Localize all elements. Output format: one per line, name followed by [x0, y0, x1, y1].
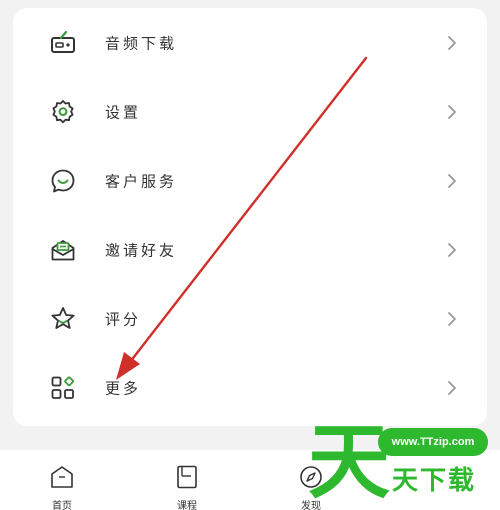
watermark-big-char: 天	[308, 415, 391, 510]
menu-item-label: 音频下载	[105, 34, 178, 52]
tab-courses[interactable]: 课程	[142, 450, 232, 510]
home-icon	[51, 466, 73, 488]
radio-icon	[51, 30, 75, 53]
watermark-url: www.TTzip.com	[378, 428, 488, 456]
menu-item-label: 客户服务	[105, 172, 178, 190]
menu-item-label: 更多	[105, 379, 142, 397]
chat-smile-icon	[51, 169, 75, 192]
chevron-right-icon	[448, 242, 456, 257]
envelope-icon	[51, 239, 75, 260]
menu-item-settings[interactable]: 设置	[13, 77, 487, 146]
grid-icon	[51, 375, 74, 399]
menu-item-customer-service[interactable]: 客户服务	[13, 146, 487, 215]
menu-item-audio-download[interactable]: 音频下载	[13, 8, 487, 77]
book-icon	[177, 465, 197, 489]
tab-home[interactable]: 首页	[17, 450, 107, 510]
tab-label: 首页	[52, 501, 72, 510]
settings-card: 音频下载 设置 客户服务 邀请好友 评分 更多	[13, 8, 487, 426]
menu-item-label: 评分	[105, 310, 142, 328]
tab-label: 课程	[177, 501, 197, 510]
star-icon	[51, 306, 75, 329]
menu-item-label: 设置	[105, 103, 142, 121]
chevron-right-icon	[448, 380, 456, 395]
menu-item-invite-friends[interactable]: 邀请好友	[13, 215, 487, 284]
menu-item-rating[interactable]: 评分	[13, 284, 487, 353]
chevron-right-icon	[448, 35, 456, 50]
chevron-right-icon	[448, 173, 456, 188]
gear-icon	[52, 99, 74, 123]
watermark-text: 天下载	[392, 466, 477, 496]
menu-item-label: 邀请好友	[105, 241, 178, 259]
menu-item-more[interactable]: 更多	[13, 353, 487, 422]
chevron-right-icon	[448, 311, 456, 326]
watermark-logo: 天 www.TTzip.com 天下载	[300, 416, 500, 510]
chevron-right-icon	[448, 104, 456, 119]
